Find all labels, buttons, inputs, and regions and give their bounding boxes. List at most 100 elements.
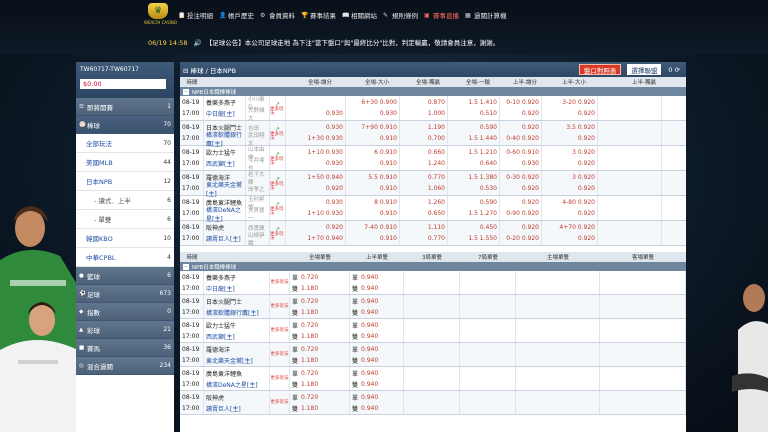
sidebar-subitem-6[interactable]: 中華CPBL 4 xyxy=(76,248,174,267)
site-logo[interactable]: ♛ WEALTH CASINO xyxy=(144,3,177,27)
more-bets-icon[interactable]: ↗ 更多玩法 xyxy=(270,171,286,195)
more-bets-icon[interactable]: ↗ 更多玩法 xyxy=(270,96,286,120)
odd-even-cell[interactable]: 單 0.940 雙 0.940 xyxy=(350,295,404,318)
odds-cell[interactable]: 7+90 0.910 0.910 xyxy=(346,121,400,145)
sidebar-sport2-2[interactable]: ◆ 指數 0 xyxy=(76,303,174,321)
odd-even-cell[interactable]: 單 0.940 雙 0.940 xyxy=(350,367,404,390)
sidebar-subitem-4[interactable]: - 單雙 6 xyxy=(76,210,174,229)
odds-cell-empty[interactable] xyxy=(600,391,686,414)
odds-cell[interactable]: 0.920 1+70 0.940 xyxy=(286,221,346,245)
nav-item-7[interactable]: ▦ 過關計算機 xyxy=(465,10,507,21)
odd-even-cell[interactable]: 單 0.720 雙 1.180 xyxy=(290,295,350,318)
odds-cell-empty[interactable] xyxy=(598,121,662,145)
odds-cell-empty[interactable] xyxy=(600,295,686,318)
odd-even-cell[interactable]: 單 0.720 雙 1.180 xyxy=(290,367,350,390)
odds-cell-empty[interactable] xyxy=(404,367,460,390)
odds-cell[interactable]: 0.930 1+10 0.930 xyxy=(286,196,346,220)
odds-cell-empty[interactable] xyxy=(460,295,516,318)
odds-cell[interactable]: 0.660 1.240 xyxy=(400,146,448,170)
odds-cell[interactable]: 0.590 1.5 1.270 xyxy=(448,196,500,220)
nav-item-2[interactable]: ⚙ 會員資料 xyxy=(260,10,295,21)
odds-cell-empty[interactable] xyxy=(516,319,600,342)
refresh-count[interactable]: 0 ⟳ xyxy=(665,64,683,75)
odds-cell-empty[interactable] xyxy=(404,271,460,294)
odds-cell-empty[interactable] xyxy=(598,221,662,245)
odd-even-cell[interactable]: 單 0.720 雙 1.180 xyxy=(290,391,350,414)
odds-cell[interactable]: 0.450 1.5 1.550 xyxy=(448,221,500,245)
odds-cell[interactable]: 0-10 0.920 0.920 xyxy=(500,96,542,120)
odds-cell[interactable]: 3-20 0.920 0.920 xyxy=(542,96,598,120)
odd-even-cell[interactable]: 單 0.940 雙 0.940 xyxy=(350,271,404,294)
odds-cell[interactable]: 0-30 0.920 0.920 xyxy=(500,171,542,195)
odd-even-cell[interactable]: 單 0.940 雙 0.940 xyxy=(350,343,404,366)
sidebar-subitem-1[interactable]: 美國MLB 44 xyxy=(76,153,174,172)
more-bets-icon[interactable]: ↗ 更多玩法 xyxy=(270,221,286,245)
odds-cell[interactable]: 4-80 0.920 0.920 xyxy=(542,196,598,220)
more-bets-icon[interactable]: ↗ 更多玩法 xyxy=(270,196,286,220)
odds-cell[interactable]: 6 0.910 0.910 xyxy=(346,146,400,170)
sidebar-sport-0[interactable]: ☰ 即將開賽 1 xyxy=(76,98,174,116)
odds-cell[interactable]: 0.930 xyxy=(286,96,346,120)
sidebar-sport2-3[interactable]: ▲ 彩球 21 xyxy=(76,321,174,339)
odds-cell-empty[interactable] xyxy=(460,367,516,390)
odds-cell[interactable]: 8 0.910 0.910 xyxy=(346,196,400,220)
odds-cell[interactable]: 4+70 0.920 0.920 xyxy=(542,221,598,245)
sidebar-sport2-5[interactable]: ◎ 混合過關 234 xyxy=(76,357,174,375)
odds-cell-empty[interactable] xyxy=(598,146,662,170)
sidebar-subitem-2[interactable]: 日本NPB 12 xyxy=(76,172,174,191)
odds-cell-empty[interactable] xyxy=(600,343,686,366)
odds-cell-empty[interactable] xyxy=(460,343,516,366)
more-bets-icon[interactable]: 更多玩法 xyxy=(270,343,290,366)
odds-cell-empty[interactable] xyxy=(600,319,686,342)
odds-cell[interactable]: 1.260 0.650 xyxy=(400,196,448,220)
odds-cell-empty[interactable] xyxy=(516,391,600,414)
more-bets-icon[interactable]: 更多玩法 xyxy=(270,295,290,318)
more-bets-icon[interactable]: ↗ 更多玩法 xyxy=(270,121,286,145)
odds-cell[interactable]: 0.920 0-40 0.920 xyxy=(500,121,542,145)
sidebar-sport-1[interactable]: ⚾ 棒球 70 xyxy=(76,116,174,134)
league-row-2[interactable]: − NPB日本職棒棒球 xyxy=(180,262,686,271)
odd-even-cell[interactable]: 單 0.940 雙 0.940 xyxy=(350,391,404,414)
odds-cell[interactable]: 1.5 1.380 0.530 xyxy=(448,171,500,195)
odds-cell-empty[interactable] xyxy=(404,391,460,414)
odds-cell[interactable]: 1.5 1.210 0.640 xyxy=(448,146,500,170)
odds-cell[interactable]: 5.5 0.910 0.910 xyxy=(346,171,400,195)
odds-cell-empty[interactable] xyxy=(516,295,600,318)
odds-cell[interactable]: 1+10 0.930 0.930 xyxy=(286,146,346,170)
odds-cell[interactable]: 3.5 0.920 0.920 xyxy=(542,121,598,145)
odds-cell-empty[interactable] xyxy=(598,196,662,220)
odds-cell-empty[interactable] xyxy=(460,391,516,414)
odds-cell[interactable]: 6+30 0.900 0.930 xyxy=(346,96,400,120)
odds-cell-empty[interactable] xyxy=(516,271,600,294)
expand-icon[interactable]: − xyxy=(183,263,189,270)
odd-even-cell[interactable]: 單 0.720 雙 1.180 xyxy=(290,271,350,294)
odds-cell-empty[interactable] xyxy=(460,319,516,342)
odds-cell[interactable]: 1.110 0.770 xyxy=(400,221,448,245)
more-bets-icon[interactable]: 更多玩法 xyxy=(270,271,290,294)
sidebar-subitem-0[interactable]: 全部玩法 70 xyxy=(76,134,174,153)
sidebar-sport2-4[interactable]: ■ 賽馬 36 xyxy=(76,339,174,357)
odds-cell-empty[interactable] xyxy=(404,295,460,318)
odd-even-cell[interactable]: 單 0.720 雙 1.180 xyxy=(290,319,350,342)
nav-item-4[interactable]: 📖 相關網站 xyxy=(342,10,377,21)
odds-cell-empty[interactable] xyxy=(598,171,662,195)
odds-cell-empty[interactable] xyxy=(600,367,686,390)
odds-cell[interactable]: 3 0.920 0.920 xyxy=(542,171,598,195)
odds-cell[interactable]: 0.870 1.000 xyxy=(400,96,448,120)
nav-item-5[interactable]: ✎ 規則條例 xyxy=(383,10,418,21)
nav-item-6[interactable]: ▣ 賽事直播 xyxy=(424,10,459,21)
nav-item-1[interactable]: 👤 帳戶歷史 xyxy=(219,10,254,21)
nav-item-3[interactable]: 🏆 賽事結果 xyxy=(301,10,336,21)
odds-cell[interactable]: 0.920 0-90 0.920 xyxy=(500,196,542,220)
sidebar-subitem-5[interactable]: 韓國KBO 10 xyxy=(76,229,174,248)
collapse-icon[interactable]: ⊟ xyxy=(183,67,188,75)
odds-cell-empty[interactable] xyxy=(598,96,662,120)
odds-cell[interactable]: 0-60 0.910 0.930 xyxy=(500,146,542,170)
odds-cell[interactable]: 1+50 0.940 0.920 xyxy=(286,171,346,195)
odd-even-cell[interactable]: 單 0.720 雙 1.180 xyxy=(290,343,350,366)
odds-cell-empty[interactable] xyxy=(516,343,600,366)
odds-cell-empty[interactable] xyxy=(460,271,516,294)
odds-cell[interactable]: 0.770 1.060 xyxy=(400,171,448,195)
expand-icon[interactable]: − xyxy=(183,88,189,95)
select-league-button[interactable]: 選擇聯盟 xyxy=(627,64,662,75)
